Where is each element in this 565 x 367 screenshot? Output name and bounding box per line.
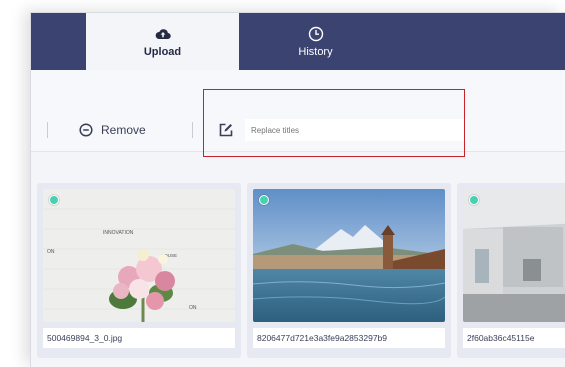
image-card[interactable]: 2f60ab36c45115e [457,183,565,358]
image-card[interactable]: INNOVATION ON HOUSE ON 500469894_3_0.jpg [37,183,241,358]
tab-history-label: History [298,45,333,58]
selection-radio-icon[interactable] [259,195,269,205]
selection-radio-icon[interactable] [49,195,59,205]
image-thumbnail: INNOVATION ON HOUSE ON [43,189,235,322]
replace-titles-group [219,118,467,142]
toolbar-divider [47,122,48,138]
cloud-upload-icon [155,28,171,39]
tab-upload[interactable]: Upload [86,13,239,70]
replace-titles-input[interactable] [245,119,467,141]
remove-button-label: Remove [101,123,146,137]
image-filename: 500469894_3_0.jpg [43,328,235,348]
image-grid: INNOVATION ON HOUSE ON 500469894_3_0.jpg [37,183,565,367]
image-card[interactable]: 8206477d721e3a3fe9a2853297b9 [247,183,451,358]
app-window: Upload History Remove Replace titles INN… [30,12,565,367]
image-word: ON [189,305,197,311]
image-word: ON [47,249,55,255]
selection-radio-icon[interactable] [469,195,479,205]
image-filename: 8206477d721e3a3fe9a2853297b9 [253,328,445,348]
clock-icon [308,26,323,41]
edit-icon [219,123,233,137]
image-filename: 2f60ab36c45115e [463,328,565,348]
image-word: INNOVATION [103,230,134,236]
minus-circle-icon [79,123,93,137]
tab-upload-label: Upload [143,45,182,58]
top-navigation-bar: Upload History [31,13,565,70]
toolbar-divider [192,122,193,138]
tab-history[interactable]: History [239,13,392,70]
remove-button[interactable]: Remove [79,118,146,142]
toolbar: Remove [31,70,565,152]
image-thumbnail [463,189,565,322]
image-thumbnail [253,189,445,322]
